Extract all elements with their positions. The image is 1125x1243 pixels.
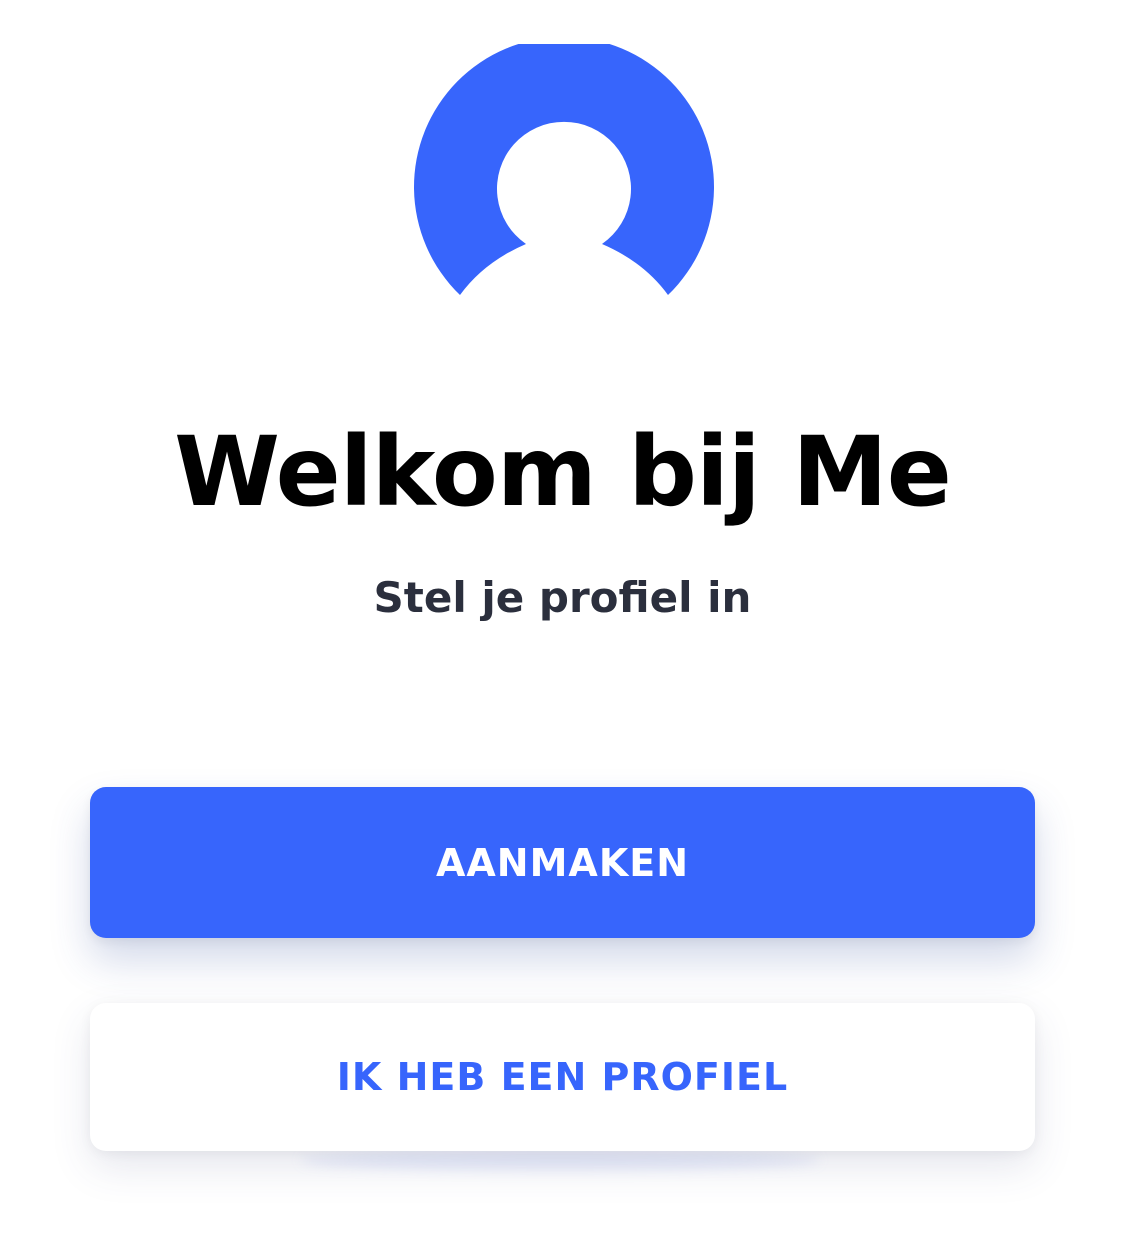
existing-profile-button[interactable]: IK HEB EEN PROFIEL bbox=[90, 1003, 1035, 1151]
create-profile-button-label: AANMAKEN bbox=[435, 840, 690, 885]
page-subtitle: Stel je profiel in bbox=[373, 573, 752, 622]
button-shadow bbox=[300, 1150, 820, 1170]
page-title: Welkom bij Me bbox=[174, 416, 952, 528]
user-avatar-icon bbox=[414, 44, 714, 295]
existing-profile-button-label: IK HEB EEN PROFIEL bbox=[336, 1055, 789, 1099]
create-profile-button[interactable]: AANMAKEN bbox=[90, 787, 1035, 938]
